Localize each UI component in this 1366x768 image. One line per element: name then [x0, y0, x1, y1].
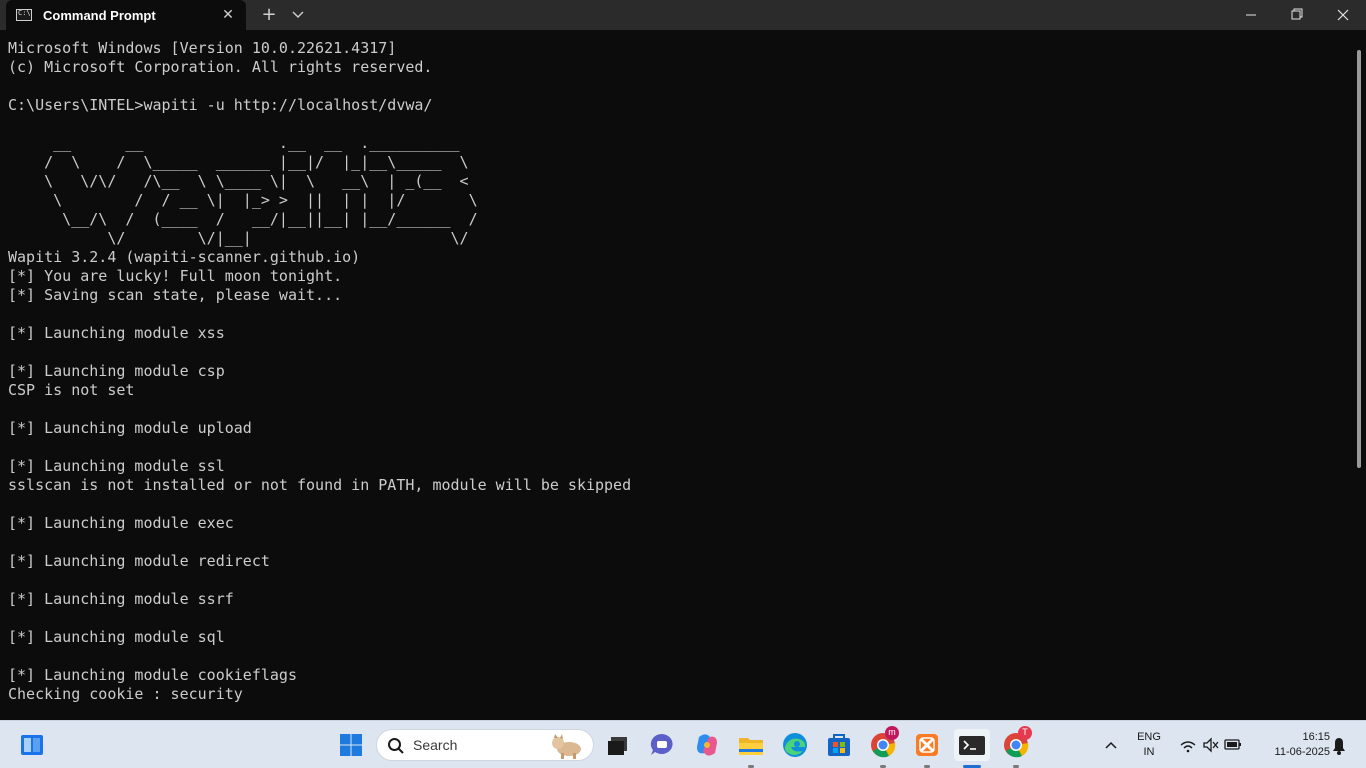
terminal-line: Checking cookie : security	[8, 685, 243, 703]
volume-muted-icon	[1203, 737, 1219, 753]
terminal-line: [*] Launching module cookieflags	[8, 666, 297, 684]
chrome-button-1[interactable]: m	[867, 726, 899, 761]
terminal-line: [*] Launching module exec	[8, 514, 234, 532]
terminal-line: [*] Saving scan state, please wait...	[8, 286, 343, 304]
xampp-button[interactable]	[911, 729, 943, 761]
terminal-line: (c) Microsoft Corporation. All rights re…	[8, 58, 433, 76]
terminal-line: [*] You are lucky! Full moon tonight.	[8, 267, 343, 285]
terminal-line: [*] Launching module upload	[8, 419, 252, 437]
close-icon	[1337, 9, 1349, 21]
terminal-line: \__/\ / (____ / __/|__||__| |__/______ /	[8, 210, 478, 228]
terminal-line: [*] Launching module sql	[8, 628, 225, 646]
terminal-line: [*] Launching module csp	[8, 362, 225, 380]
terminal-output[interactable]: Microsoft Windows [Version 10.0.22621.43…	[0, 30, 1366, 720]
terminal-line: / \ / \_____ ______ |__|/ |_|__\_____ \	[8, 153, 469, 171]
taskbar-search[interactable]: Search	[376, 729, 594, 761]
chevron-up-icon	[1105, 741, 1117, 749]
cmd-icon	[16, 9, 32, 21]
chat-button[interactable]	[646, 729, 678, 761]
terminal-icon	[959, 736, 985, 755]
tab-title: Command Prompt	[43, 8, 156, 23]
clock-time: 16:15	[1302, 731, 1330, 743]
terminal-lines: Microsoft Windows [Version 10.0.22621.43…	[8, 39, 631, 704]
store-button[interactable]	[823, 729, 855, 761]
show-hidden-icons-button[interactable]	[1098, 729, 1124, 761]
task-view-button[interactable]	[602, 729, 634, 761]
edge-icon	[783, 733, 807, 757]
minimize-button[interactable]	[1228, 0, 1274, 30]
terminal-line: sslscan is not installed or not found in…	[8, 476, 632, 494]
language-code: ENG	[1137, 731, 1161, 743]
notifications-button[interactable]	[1328, 729, 1350, 761]
terminal-line: __ __ .__ __ .__________	[8, 134, 460, 152]
copilot-button[interactable]	[691, 729, 723, 761]
language-region: IN	[1143, 746, 1155, 758]
xampp-icon	[916, 734, 938, 756]
terminal-line: [*] Launching module ssl	[8, 457, 225, 475]
language-indicator[interactable]: ENG IN	[1132, 730, 1166, 760]
tab-close-button[interactable]: ✕	[216, 3, 240, 27]
search-icon	[388, 738, 404, 754]
task-view-icon	[608, 737, 627, 755]
start-button[interactable]	[335, 729, 367, 761]
minimize-icon	[1246, 14, 1256, 16]
terminal-line: \ / / __ \| |_> > || | | |/ \	[8, 191, 478, 209]
terminal-line: Wapiti 3.2.4 (wapiti-scanner.github.io)	[8, 248, 361, 266]
file-explorer-button[interactable]	[735, 729, 767, 761]
chrome-button-2[interactable]: T	[1000, 726, 1032, 761]
search-label: Search	[413, 737, 458, 753]
copilot-icon	[697, 734, 717, 756]
tab-dropdown-button[interactable]	[286, 3, 310, 27]
terminal-line: Microsoft Windows [Version 10.0.22621.43…	[8, 39, 397, 57]
terminal-line: [*] Launching module redirect	[8, 552, 270, 570]
quick-settings-icons	[1180, 737, 1241, 753]
terminal-line: CSP is not set	[8, 381, 135, 399]
profile-badge: m	[885, 726, 899, 740]
clock[interactable]: 16:15 11-06-2025	[1254, 730, 1330, 760]
terminal-button[interactable]	[954, 729, 990, 761]
terminal-line: \ \/\/ /\__ \ \____ \| \ __\ | _(__ <	[8, 172, 469, 190]
scrollbar[interactable]	[1357, 50, 1361, 468]
start-icon	[340, 734, 362, 756]
battery-icon	[1224, 739, 1241, 750]
teams-chat-icon	[650, 733, 673, 755]
terminal-line: C:\Users\INTEL>wapiti -u http://localhos…	[8, 96, 433, 114]
search-highlight-icon	[552, 734, 581, 759]
tab-command-prompt[interactable]: Command Prompt ✕	[6, 0, 246, 30]
file-explorer-icon	[739, 738, 763, 755]
restore-icon	[1291, 8, 1303, 20]
quick-settings-button[interactable]	[1174, 729, 1246, 761]
terminal-line: \/ \/|__| \/	[8, 229, 469, 247]
clock-date: 11-06-2025	[1274, 746, 1330, 758]
store-icon	[828, 734, 850, 756]
terminal-line: [*] Launching module ssrf	[8, 590, 234, 608]
close-window-button[interactable]	[1320, 0, 1366, 30]
bell-icon	[1333, 738, 1345, 755]
chevron-down-icon	[292, 11, 304, 18]
taskbar: Search m T ENG IN 16:15 11-06-2025	[0, 720, 1366, 768]
terminal-line: [*] Launching module xss	[8, 324, 225, 342]
title-bar: Command Prompt ✕ +	[0, 0, 1366, 30]
restore-button[interactable]	[1274, 0, 1320, 30]
profile-badge: T	[1018, 726, 1032, 740]
widgets-button[interactable]	[16, 729, 48, 761]
widgets-icon	[21, 735, 43, 755]
wifi-icon	[1180, 741, 1196, 753]
edge-button[interactable]	[779, 729, 811, 761]
new-tab-button[interactable]: +	[256, 3, 282, 27]
